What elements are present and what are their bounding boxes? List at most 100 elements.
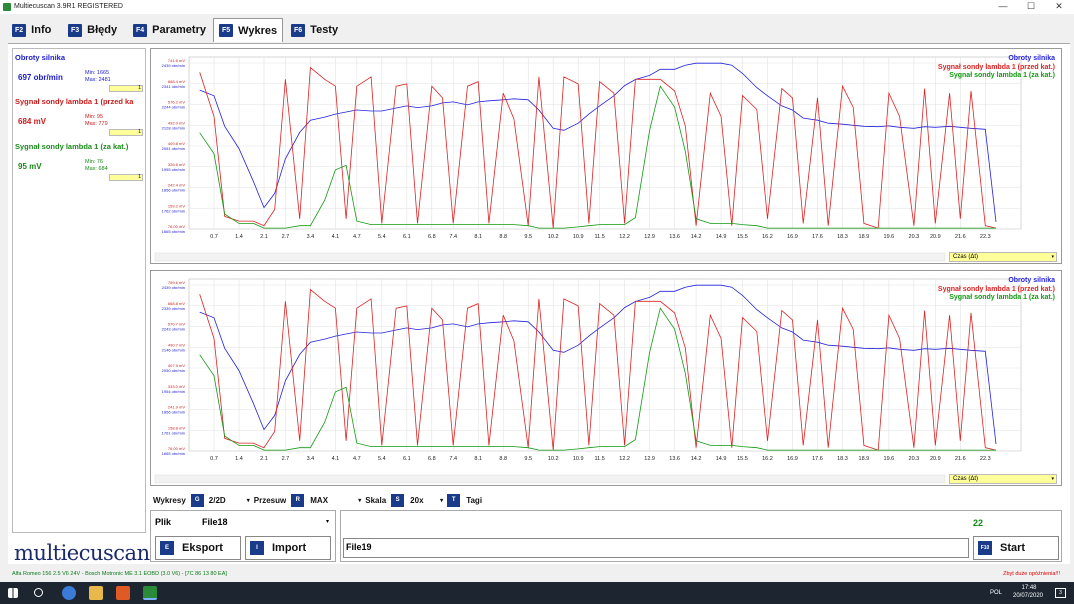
time-axis-select[interactable]: Czas (Δt) ▾ [949, 252, 1057, 262]
x-tick-label: 16.9 [787, 456, 798, 462]
x-tick-label: 6.8 [428, 234, 436, 240]
sensor-item[interactable]: Obroty silnika 697 obr/min Min: 1665 Max… [15, 53, 145, 93]
tagi-key[interactable]: T [447, 493, 461, 507]
record-count: 22 [973, 518, 984, 528]
x-tick-label: 14.9 [716, 456, 727, 462]
x-tick-label: 10.9 [573, 456, 584, 462]
x-tick-label: 8.8 [499, 234, 507, 240]
y-tick-rpm: 1761 obr/min [162, 430, 185, 435]
search-icon[interactable] [34, 588, 43, 597]
close-button[interactable]: ✕ [1045, 1, 1073, 12]
y-tick-rpm: 2128 obr/min [162, 125, 185, 130]
tagi-label[interactable]: Tagi [466, 496, 482, 505]
brave-icon[interactable] [116, 586, 130, 600]
tab-label: Wykres [238, 24, 278, 37]
tab-key: F2 [12, 23, 27, 37]
chart-bottom[interactable]: 0.7 1.4 2.1 2.7 3.4 4.1 4.7 5.4 6.1 6.8 7.4 8.1 8.8 9… [150, 270, 1062, 486]
x-tick-label: 20.3 [909, 456, 920, 462]
app-icon [3, 3, 11, 11]
x-tick-label: 6.1 [403, 456, 411, 462]
language-indicator[interactable]: POL [990, 590, 1002, 596]
x-tick-label: 1.4 [235, 456, 243, 462]
tab-label: Testy [310, 24, 339, 36]
x-tick-label: 5.4 [378, 456, 386, 462]
x-tick-label: 12.2 [619, 456, 630, 462]
notification-icon[interactable]: 3 [1055, 588, 1066, 598]
x-tick-label: 18.9 [859, 234, 870, 240]
multiecuscan-taskbar-icon[interactable] [143, 586, 157, 600]
chevron-down-icon[interactable]: ▾ [326, 518, 329, 525]
clock-date: 20/07/2020 [1012, 593, 1044, 599]
sensor-scale-select[interactable]: 1 [109, 129, 143, 136]
legend-entry: Obroty silnika [1008, 55, 1055, 62]
tab-info[interactable]: F2 Info [12, 19, 51, 41]
time-axis-label: Czas (Δt) [953, 476, 979, 482]
tab-testy[interactable]: F6 Testy [291, 19, 338, 41]
chevron-down-icon[interactable]: ▾ [247, 497, 250, 504]
legend-entry: Sygnał sondy lambda 1 (za kat.) [949, 72, 1055, 79]
x-tick-label: 9.5 [524, 456, 532, 462]
skala-value[interactable]: 20x [410, 496, 440, 505]
sensor-item[interactable]: Sygnał sondy lambda 1 (za kat.) 95 mV Mi… [15, 142, 145, 182]
clock-time: 17:48 [1021, 585, 1037, 591]
x-tick-label: 2.7 [282, 234, 290, 240]
wykresy-key[interactable]: G [190, 493, 204, 507]
wykresy-value[interactable]: 2/2D [209, 496, 247, 505]
browser-icon[interactable] [62, 586, 76, 600]
import-button[interactable]: I Import [245, 536, 331, 560]
maximize-button[interactable]: ☐ [1017, 1, 1045, 12]
sensor-min: Min: 76 [85, 159, 104, 165]
x-tick-label: 1.4 [235, 234, 243, 240]
chart-controls: Wykresy G 2/2D ▾ Przesuw R MAX ▾ Skala S… [153, 493, 482, 507]
chart-top-plot: 0.7 1.4 2.1 2.7 3.4 4.1 4.7 5.4 6.1 6.8 7.4 8.1 8.8 9… [154, 56, 1022, 262]
chart-top[interactable]: 0.7 1.4 2.1 2.7 3.4 4.1 4.7 5.4 6.1 6.8 7.4 8.1 8.8 9… [150, 48, 1062, 264]
x-tick-label: 14.9 [716, 234, 727, 240]
y-tick-rpm: 2439 obr/min [162, 63, 185, 68]
sensor-value: 684 mV [18, 117, 47, 126]
windows-start-icon[interactable] [8, 588, 18, 598]
x-tick-label: 6.8 [428, 456, 436, 462]
tab-label: Błędy [87, 24, 118, 36]
x-tick-label: 14.2 [691, 456, 702, 462]
x-tick-label: 21.6 [955, 234, 966, 240]
tab-parametry[interactable]: F4 Parametry [133, 19, 206, 41]
y-tick-rpm: 1665 obr/min [162, 229, 185, 234]
status-bar: Alfa Romeo 156 2.5 V6 24V - Bosch Motron… [8, 569, 1070, 580]
start-button[interactable]: F10 Start [973, 536, 1059, 560]
x-tick-label: 13.6 [669, 234, 680, 240]
x-tick-label: 7.4 [449, 234, 457, 240]
sensor-scale-select[interactable]: 1 [109, 85, 143, 92]
skala-key[interactable]: S [391, 493, 405, 507]
record-file-input[interactable]: File19 [343, 538, 969, 558]
time-axis-select[interactable]: Czas (Δt) ▾ [949, 474, 1057, 484]
legend-entry: Obroty silnika [1008, 277, 1055, 284]
x-tick-label: 20.9 [930, 456, 941, 462]
tab-key: F3 [68, 23, 83, 37]
plik-value[interactable]: File18 [202, 517, 228, 527]
sensor-item[interactable]: Sygnał sondy lambda 1 (przed ka 684 mV M… [15, 97, 145, 137]
przesuw-value[interactable]: MAX [310, 496, 358, 505]
przesuw-key[interactable]: R [291, 493, 305, 507]
chart-legend: Obroty silnika Sygnał sondy lambda 1 (pr… [938, 277, 1055, 303]
folder-icon[interactable] [89, 586, 103, 600]
x-tick-label: 15.5 [737, 456, 748, 462]
x-tick-label: 4.7 [353, 456, 361, 462]
x-tick-label: 11.5 [594, 234, 604, 240]
x-tick-label: 16.2 [762, 234, 773, 240]
minimize-button[interactable]: — [989, 1, 1017, 11]
x-tick-label: 8.1 [474, 234, 482, 240]
eksport-button[interactable]: E Eksport [155, 536, 241, 560]
sensor-scale-select[interactable]: 1 [109, 174, 143, 181]
przesuw-label: Przesuw [253, 495, 287, 505]
chart-scrollbar[interactable] [154, 252, 946, 262]
tab-bledy[interactable]: F3 Błędy [68, 19, 117, 41]
tab-wykres[interactable]: F5 Wykres [213, 18, 284, 42]
chevron-down-icon[interactable]: ▾ [358, 497, 361, 504]
sensor-name: Obroty silnika [15, 53, 66, 62]
chart-scrollbar[interactable] [154, 474, 946, 484]
chevron-down-icon[interactable]: ▾ [440, 497, 443, 504]
x-tick-label: 6.1 [403, 234, 411, 240]
window-title: Multiecuscan 3.9R1 REGISTERED [14, 3, 123, 10]
x-tick-label: 12.9 [644, 234, 655, 240]
taskbar: POL 17:48 20/07/2020 3 [0, 582, 1074, 604]
